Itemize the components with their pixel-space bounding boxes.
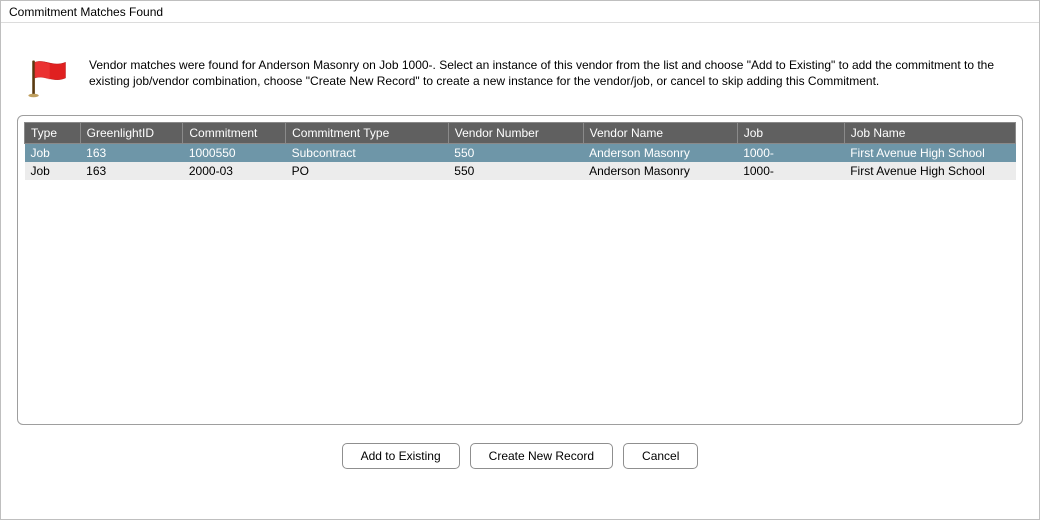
cell-greenlight-id: 163 xyxy=(80,162,183,180)
match-table-container: Type GreenlightID Commitment Commitment … xyxy=(17,115,1023,425)
match-table[interactable]: Type GreenlightID Commitment Commitment … xyxy=(24,122,1016,180)
col-header-commitment-type[interactable]: Commitment Type xyxy=(286,123,449,144)
cell-vendor-name: Anderson Masonry xyxy=(583,162,737,180)
cell-job-name: First Avenue High School xyxy=(844,162,1015,180)
table-row[interactable]: Job 163 2000-03 PO 550 Anderson Masonry … xyxy=(25,162,1016,180)
dialog-window: Commitment Matches Found Vendor matches … xyxy=(0,0,1040,520)
col-header-job[interactable]: Job xyxy=(737,123,844,144)
cell-job: 1000- xyxy=(737,144,844,163)
table-header-row: Type GreenlightID Commitment Commitment … xyxy=(25,123,1016,144)
table-row[interactable]: Job 163 1000550 Subcontract 550 Anderson… xyxy=(25,144,1016,163)
cell-commitment-type: Subcontract xyxy=(286,144,449,163)
cell-job-name: First Avenue High School xyxy=(844,144,1015,163)
window-title: Commitment Matches Found xyxy=(9,5,163,19)
col-header-job-name[interactable]: Job Name xyxy=(844,123,1015,144)
col-header-vendor-name[interactable]: Vendor Name xyxy=(583,123,737,144)
cell-job: 1000- xyxy=(737,162,844,180)
titlebar[interactable]: Commitment Matches Found xyxy=(1,1,1039,23)
info-row: Vendor matches were found for Anderson M… xyxy=(17,33,1023,107)
cell-greenlight-id: 163 xyxy=(80,144,183,163)
content-area: Vendor matches were found for Anderson M… xyxy=(1,23,1039,519)
col-header-commitment[interactable]: Commitment xyxy=(183,123,286,144)
col-header-greenlight-id[interactable]: GreenlightID xyxy=(80,123,183,144)
create-new-record-button[interactable]: Create New Record xyxy=(470,443,613,469)
cell-vendor-name: Anderson Masonry xyxy=(583,144,737,163)
col-header-type[interactable]: Type xyxy=(25,123,81,144)
cell-type: Job xyxy=(25,162,81,180)
col-header-vendor-number[interactable]: Vendor Number xyxy=(448,123,583,144)
cell-commitment-type: PO xyxy=(286,162,449,180)
cell-vendor-number: 550 xyxy=(448,144,583,163)
cancel-button[interactable]: Cancel xyxy=(623,443,698,469)
info-text: Vendor matches were found for Anderson M… xyxy=(89,53,1009,89)
flag-icon xyxy=(27,57,69,99)
cell-commitment: 1000550 xyxy=(183,144,286,163)
cell-type: Job xyxy=(25,144,81,163)
cell-vendor-number: 550 xyxy=(448,162,583,180)
button-row: Add to Existing Create New Record Cancel xyxy=(17,425,1023,479)
cell-commitment: 2000-03 xyxy=(183,162,286,180)
add-to-existing-button[interactable]: Add to Existing xyxy=(342,443,460,469)
